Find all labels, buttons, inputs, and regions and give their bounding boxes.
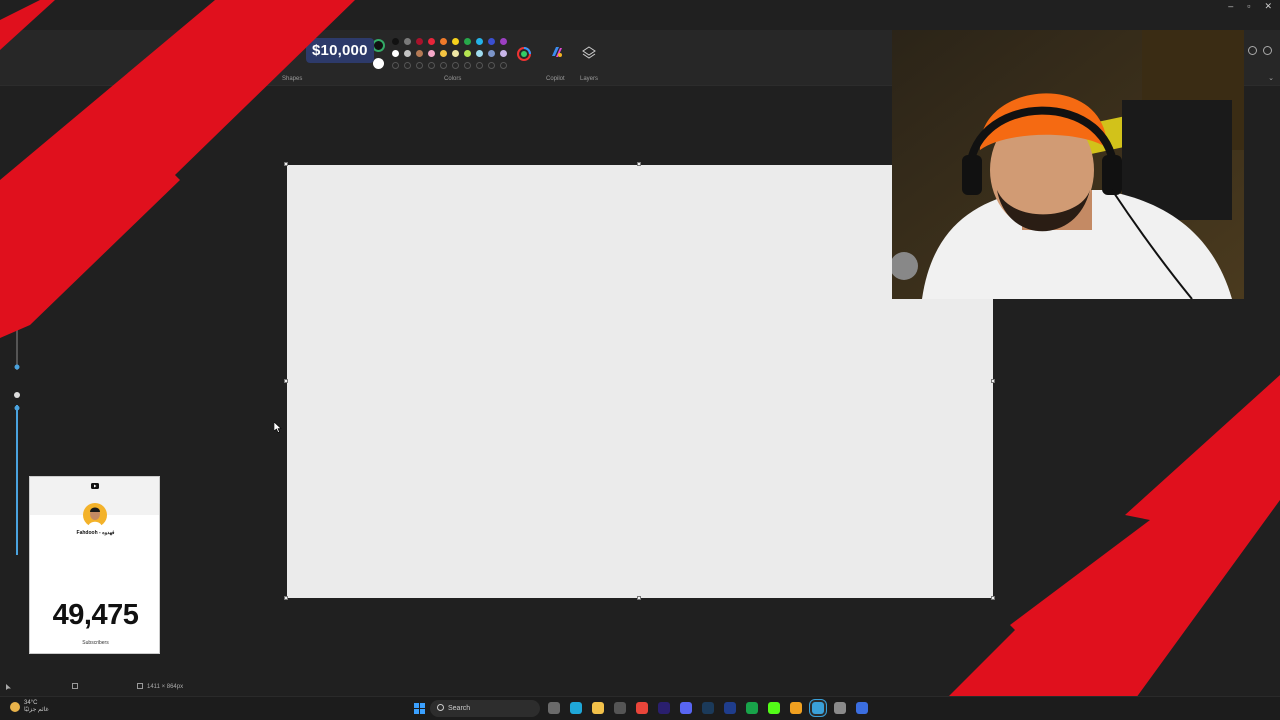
resize-handle-tl[interactable]	[284, 162, 288, 166]
color-swatch[interactable]	[428, 38, 435, 45]
weather-widget[interactable]: 34°C غائم جزئيًا	[10, 700, 49, 714]
close-button[interactable]: ✕	[1264, 0, 1272, 12]
start-button[interactable]	[414, 703, 425, 714]
photoshop-taskbar-icon[interactable]	[724, 702, 736, 714]
status-bar: 1411 × 864px	[0, 680, 1280, 694]
subscriber-counter-widget: Fahdooh - فهدوه 49,475 Subscribers	[29, 476, 160, 654]
channel-name: Fahdooh - فهدوه	[76, 530, 115, 536]
custom-color-slot[interactable]	[416, 62, 423, 69]
settings-taskbar-icon[interactable]	[834, 702, 846, 714]
resize-handle-bottom[interactable]	[637, 596, 641, 600]
color-swatch[interactable]	[488, 50, 495, 57]
weather-desc: غائم جزئيًا	[24, 707, 49, 713]
color-swatch[interactable]	[392, 38, 399, 45]
cursor-position-icon	[6, 684, 11, 690]
subscriber-label: Subscribers	[82, 640, 109, 646]
subscriber-count: 49,475	[52, 599, 139, 631]
price-overlay-badge: $10,000	[306, 38, 374, 63]
folder-taskbar-icon[interactable]	[592, 702, 604, 714]
color-swatch[interactable]	[416, 38, 423, 45]
resize-handle-bl[interactable]	[284, 596, 288, 600]
streamer-webcam-feed	[892, 30, 1244, 299]
color-swatch[interactable]	[476, 38, 483, 45]
paint-canvas[interactable]	[287, 165, 993, 598]
edge-taskbar-icon[interactable]	[570, 702, 582, 714]
color-swatch[interactable]	[500, 38, 507, 45]
minimize-button[interactable]: –	[1228, 0, 1233, 12]
color-swatch[interactable]	[464, 50, 471, 57]
custom-color-slot[interactable]	[452, 62, 459, 69]
color-swatch[interactable]	[452, 50, 459, 57]
discord-taskbar-icon[interactable]	[680, 702, 692, 714]
kick-taskbar-icon[interactable]	[768, 702, 780, 714]
resize-handle-br[interactable]	[991, 596, 995, 600]
secondary-color-swatch[interactable]	[373, 58, 384, 69]
roblox-taskbar-icon[interactable]	[856, 702, 868, 714]
mouse-cursor-icon	[274, 422, 282, 433]
zoom-slider[interactable]	[12, 330, 22, 560]
title-bar: – ▫ ✕	[0, 0, 1280, 30]
custom-color-slot[interactable]	[428, 62, 435, 69]
taskbar-search[interactable]: Search	[430, 700, 540, 717]
custom-color-slot[interactable]	[392, 62, 399, 69]
colors-group-label: Colors	[444, 76, 462, 82]
copilot-group-label: Copilot	[546, 76, 565, 82]
color-swatch[interactable]	[404, 50, 411, 57]
xbox-taskbar-icon[interactable]	[746, 702, 758, 714]
canvas-size-icon	[137, 683, 143, 689]
capcut-taskbar-icon[interactable]	[614, 702, 626, 714]
settings-gear-icon[interactable]	[1263, 46, 1272, 55]
color-swatch[interactable]	[428, 50, 435, 57]
color-swatch[interactable]	[476, 50, 483, 57]
search-placeholder: Search	[448, 705, 471, 712]
youtube-icon	[91, 483, 99, 489]
resize-handle-top[interactable]	[637, 162, 641, 166]
resize-handle-right[interactable]	[991, 379, 995, 383]
layers-group-label: Layers	[580, 76, 599, 82]
color-swatch[interactable]	[404, 38, 411, 45]
premiere-taskbar-icon[interactable]	[658, 702, 670, 714]
file-explorer-taskbar-icon[interactable]	[548, 702, 560, 714]
canvas-size-readout: 1411 × 864px	[147, 684, 184, 690]
maximize-button[interactable]: ▫	[1247, 0, 1250, 12]
layers-icon[interactable]	[581, 45, 597, 61]
avatar[interactable]	[1248, 46, 1257, 55]
channel-avatar	[83, 503, 107, 527]
custom-color-slot[interactable]	[404, 62, 411, 69]
screen: – ▫ ✕ Shapes Colors Copilot Layers ⌄ $10…	[0, 0, 1280, 720]
windows-taskbar: 34°C غائم جزئيًا Search	[0, 696, 1280, 720]
custom-color-slot[interactable]	[464, 62, 471, 69]
paint-taskbar-icon[interactable]	[812, 702, 824, 714]
color-swatch[interactable]	[440, 50, 447, 57]
search-icon	[437, 704, 444, 711]
color-swatch[interactable]	[392, 50, 399, 57]
steam-taskbar-icon[interactable]	[702, 702, 714, 714]
color-swatch[interactable]	[488, 38, 495, 45]
collapse-ribbon-icon[interactable]: ⌄	[1268, 74, 1274, 82]
edit-colors-icon[interactable]	[516, 46, 532, 62]
custom-color-slot[interactable]	[500, 62, 507, 69]
color-swatch[interactable]	[416, 50, 423, 57]
partly-cloudy-icon	[10, 702, 20, 712]
chrome-taskbar-icon[interactable]	[636, 702, 648, 714]
copilot-icon[interactable]	[549, 44, 565, 60]
custom-color-slot[interactable]	[488, 62, 495, 69]
shapes-group-label: Shapes	[282, 76, 303, 82]
window-controls: – ▫ ✕	[1228, 0, 1272, 12]
color-swatch[interactable]	[500, 50, 507, 57]
color-swatch[interactable]	[440, 38, 447, 45]
weather-temp: 34°C	[24, 700, 38, 706]
custom-color-slot[interactable]	[440, 62, 447, 69]
chrome-alt-taskbar-icon[interactable]	[790, 702, 802, 714]
color-swatch[interactable]	[464, 38, 471, 45]
custom-color-slot[interactable]	[476, 62, 483, 69]
selection-size-icon	[72, 683, 78, 689]
resize-handle-left[interactable]	[284, 379, 288, 383]
color-swatch[interactable]	[452, 38, 459, 45]
primary-color-swatch[interactable]	[372, 39, 385, 52]
